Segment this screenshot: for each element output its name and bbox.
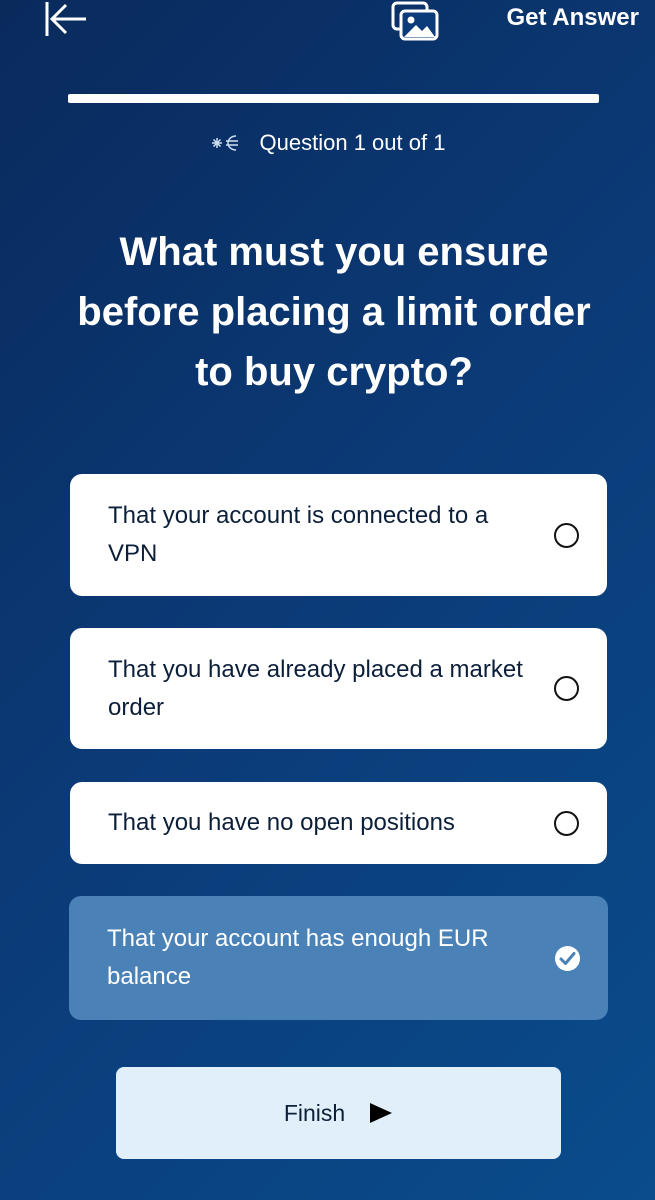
option-market-order[interactable]: That you have already placed a market or…: [70, 628, 607, 749]
gallery-button[interactable]: [390, 0, 442, 44]
back-button[interactable]: [44, 0, 88, 40]
option-label: That your account is connected to a VPN: [108, 502, 489, 567]
progress-fill: [68, 94, 599, 103]
image-gallery-icon: [391, 1, 439, 41]
option-label: That you have already placed a market or…: [108, 655, 523, 721]
play-triangle-icon: [370, 1103, 393, 1123]
brand-logo-icon: [211, 135, 238, 151]
radio-empty-icon[interactable]: [554, 522, 579, 548]
option-no-open-positions[interactable]: That you have no open positions: [70, 782, 607, 864]
finish-label: Finish: [283, 1099, 346, 1126]
option-vpn[interactable]: That your account is connected to a VPN: [70, 474, 607, 596]
option-label: That your account has enough EUR balance: [107, 925, 489, 990]
check-circle-icon[interactable]: [555, 945, 580, 971]
top-bar: Get Answer: [0, 0, 655, 60]
radio-empty-icon[interactable]: [554, 810, 579, 836]
option-label: That you have no open positions: [108, 809, 455, 836]
option-eur-balance[interactable]: That your account has enough EUR balance: [69, 896, 608, 1020]
question-title: What must you ensure before placing a li…: [77, 230, 591, 394]
get-answer-button[interactable]: Get Answer: [507, 4, 639, 32]
question-counter: Question 1 out of 1: [0, 130, 655, 156]
finish-button[interactable]: Finish: [116, 1067, 561, 1159]
radio-empty-icon[interactable]: [554, 676, 579, 701]
arrow-left-bar-icon: [45, 2, 86, 36]
question-counter-text: Question 1 out of 1: [259, 130, 446, 155]
progress-bar: [68, 94, 599, 103]
